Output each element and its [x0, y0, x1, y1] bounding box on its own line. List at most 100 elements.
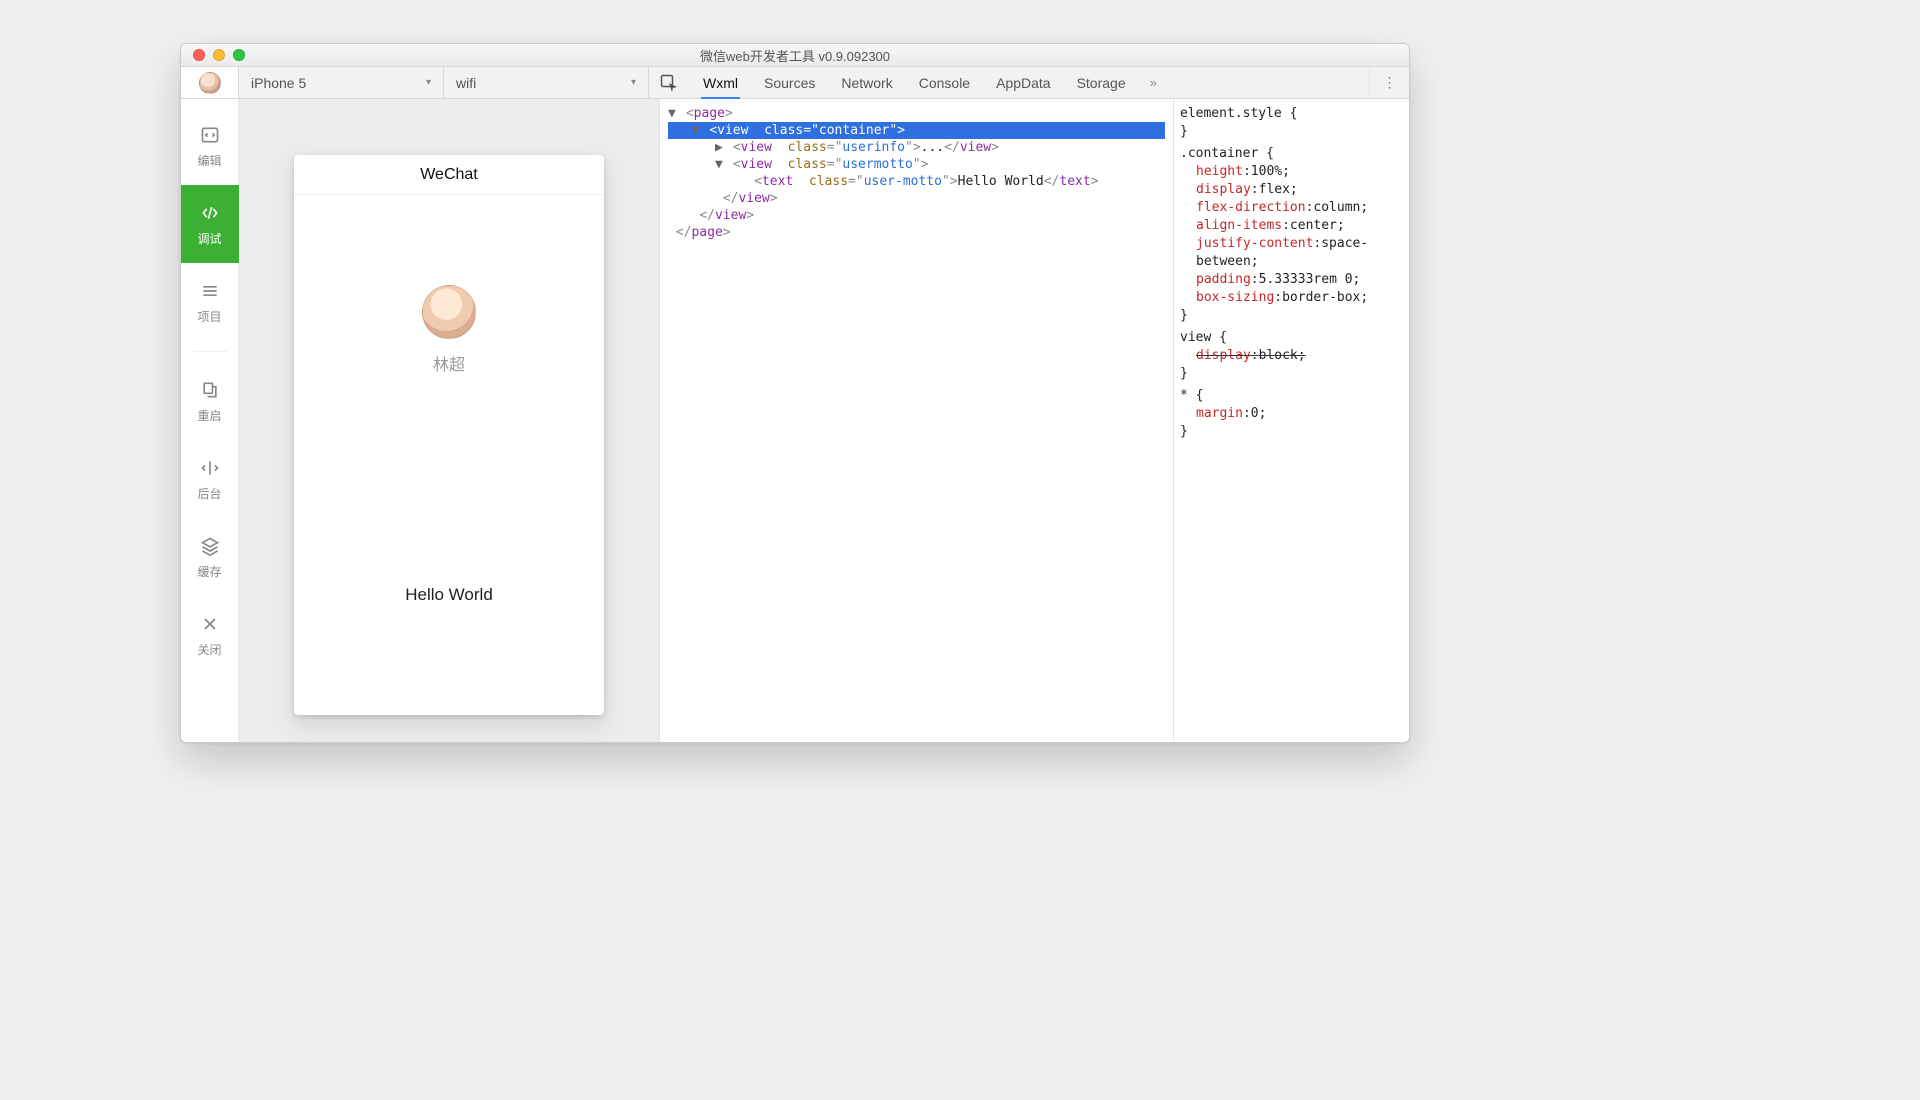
divider: [193, 351, 227, 352]
menu-icon: [199, 280, 221, 302]
style-close: }: [1180, 307, 1403, 325]
sidebar-item-restart[interactable]: 重启: [181, 362, 239, 440]
style-property: justify-content: [1196, 236, 1313, 251]
tab-network[interactable]: Network: [839, 67, 894, 98]
style-close: }: [1180, 365, 1403, 383]
layers-icon: [199, 535, 221, 557]
style-selector: * {: [1180, 387, 1403, 405]
style-selector: view {: [1180, 329, 1403, 347]
chevron-down-icon: ▾: [631, 77, 636, 88]
user-avatar[interactable]: [422, 285, 476, 339]
style-rule[interactable]: element.style { }: [1180, 105, 1403, 141]
left-sidebar: 编辑 调试 项目 重启: [181, 99, 239, 742]
tabs-overflow-button[interactable]: »: [1150, 75, 1157, 90]
wxml-tree[interactable]: ▼ <page> ▼ <view class="container"> ▶ <v…: [660, 99, 1173, 742]
sidebar-item-label: 调试: [197, 230, 221, 247]
sidebar-item-background[interactable]: 后台: [181, 440, 239, 518]
userinfo: 林超: [422, 285, 476, 375]
close-icon: [199, 613, 221, 635]
style-rule[interactable]: .container { height:100%; display:flex; …: [1180, 145, 1403, 325]
tree-row[interactable]: <text class="user-motto">Hello World</te…: [668, 173, 1165, 190]
simulator-page: 林超 Hello World: [294, 195, 604, 715]
style-selector: element.style {: [1180, 105, 1403, 123]
style-value: 100%;: [1251, 164, 1290, 179]
sidebar-item-label: 后台: [197, 485, 221, 502]
tab-label: Console: [919, 75, 970, 91]
device-select-value: iPhone 5: [251, 75, 306, 91]
style-property: display: [1196, 182, 1251, 197]
simulator-device: WeChat 林超 Hello World: [294, 155, 604, 715]
avatar: [199, 72, 221, 94]
style-property: padding: [1196, 272, 1251, 287]
sidebar-item-edit[interactable]: 编辑: [181, 107, 239, 185]
tree-row-selected[interactable]: ▼ <view class="container">: [668, 122, 1165, 139]
simulator-pane: WeChat 林超 Hello World: [239, 99, 659, 742]
tree-row[interactable]: </view>: [668, 190, 1165, 207]
account-avatar-button[interactable]: [181, 67, 239, 98]
tree-row[interactable]: ▼ <page>: [668, 105, 1165, 122]
sidebar-item-label: 关闭: [197, 641, 221, 658]
debug-icon: [199, 202, 221, 224]
devtools-panes: ▼ <page> ▼ <view class="container"> ▶ <v…: [659, 99, 1409, 742]
style-property: margin: [1196, 406, 1243, 421]
network-select[interactable]: wifi ▾: [444, 67, 649, 98]
element-picker-icon[interactable]: [659, 73, 679, 93]
sidebar-item-label: 项目: [197, 308, 221, 325]
style-close: }: [1180, 423, 1403, 441]
sidebar-item-cache[interactable]: 缓存: [181, 518, 239, 596]
kebab-icon: ⋮: [1383, 74, 1397, 91]
style-value: block;: [1259, 348, 1306, 363]
styles-pane[interactable]: element.style { } .container { height:10…: [1173, 99, 1409, 742]
tab-console[interactable]: Console: [917, 67, 972, 98]
style-value: flex;: [1259, 182, 1298, 197]
style-value: center;: [1290, 218, 1345, 233]
style-property: display: [1196, 348, 1251, 363]
sidebar-item-label: 重启: [197, 407, 221, 424]
tab-appdata[interactable]: AppData: [994, 67, 1052, 98]
devtools-tabstrip: Wxml Sources Network Console AppData Sto…: [649, 67, 1369, 98]
sidebar-item-label: 缓存: [197, 563, 221, 580]
tab-label: AppData: [996, 75, 1050, 91]
style-value: border-box;: [1282, 290, 1368, 305]
user-nickname: 林超: [433, 351, 465, 375]
style-value: column;: [1313, 200, 1368, 215]
background-icon: [199, 457, 221, 479]
tab-label: Sources: [764, 75, 815, 91]
user-motto-text: Hello World: [405, 585, 493, 605]
tab-label: Network: [841, 75, 892, 91]
window-title: 微信web开发者工具 v0.9.092300: [181, 46, 1409, 65]
sidebar-item-close[interactable]: 关闭: [181, 596, 239, 674]
tab-label: Storage: [1077, 75, 1126, 91]
tab-sources[interactable]: Sources: [762, 67, 817, 98]
style-property: flex-direction: [1196, 200, 1306, 215]
style-property: align-items: [1196, 218, 1282, 233]
tree-row[interactable]: ▶ <view class="userinfo">...</view>: [668, 139, 1165, 156]
devtools-menu-button[interactable]: ⋮: [1369, 67, 1409, 98]
sidebar-item-label: 编辑: [197, 152, 221, 169]
style-value: 5.33333rem 0;: [1259, 272, 1361, 287]
tree-row[interactable]: </view>: [668, 207, 1165, 224]
style-selector: .container {: [1180, 145, 1403, 163]
tree-row[interactable]: ▼ <view class="usermotto">: [668, 156, 1165, 173]
tab-wxml[interactable]: Wxml: [701, 67, 740, 98]
tab-label: Wxml: [703, 75, 738, 91]
style-property: box-sizing: [1196, 290, 1274, 305]
body: 编辑 调试 项目 重启: [181, 99, 1409, 742]
sidebar-item-project[interactable]: 项目: [181, 263, 239, 341]
code-icon: [199, 124, 221, 146]
style-rule[interactable]: view { display:block; }: [1180, 329, 1403, 383]
device-select[interactable]: iPhone 5 ▾: [239, 67, 444, 98]
app-window: 微信web开发者工具 v0.9.092300 iPhone 5 ▾ wifi ▾…: [180, 43, 1410, 743]
style-close: }: [1180, 123, 1403, 141]
style-value: 0;: [1251, 406, 1267, 421]
chevron-down-icon: ▾: [426, 77, 431, 88]
restart-icon: [199, 379, 221, 401]
tab-storage[interactable]: Storage: [1075, 67, 1128, 98]
style-rule[interactable]: * { margin:0; }: [1180, 387, 1403, 441]
tree-row[interactable]: </page>: [668, 224, 1165, 241]
sidebar-item-debug[interactable]: 调试: [181, 185, 239, 263]
network-select-value: wifi: [456, 75, 476, 91]
style-property: height: [1196, 164, 1243, 179]
toolbar: iPhone 5 ▾ wifi ▾ Wxml Sources Network C…: [181, 67, 1409, 99]
titlebar: 微信web开发者工具 v0.9.092300: [181, 44, 1409, 67]
